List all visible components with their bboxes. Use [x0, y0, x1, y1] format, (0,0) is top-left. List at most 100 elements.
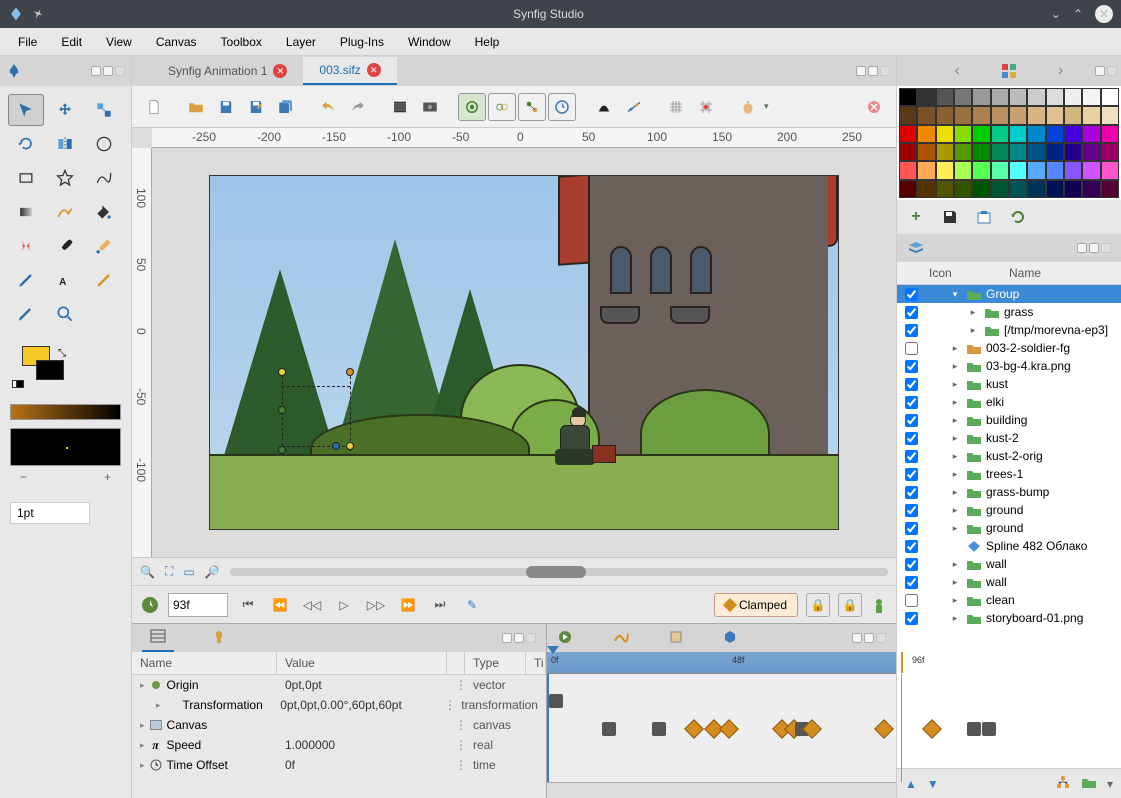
- animate-mode-button[interactable]: [548, 93, 576, 121]
- redo-button[interactable]: [344, 93, 372, 121]
- palette-cell[interactable]: [954, 125, 972, 143]
- palette-cell[interactable]: [1064, 161, 1082, 179]
- default-colors-icon[interactable]: [12, 376, 24, 390]
- palette-cell[interactable]: [1027, 88, 1045, 106]
- keyframe-lock-prev[interactable]: 🔒: [806, 593, 830, 617]
- palette-cell[interactable]: [1027, 161, 1045, 179]
- prev-key-button[interactable]: ⏪: [268, 593, 292, 617]
- tl-tab-curves[interactable]: [557, 629, 573, 648]
- snap-grid-button[interactable]: [692, 93, 720, 121]
- layer-visibility-checkbox[interactable]: [905, 612, 918, 625]
- layer-row[interactable]: ▸ storyboard-01.png: [897, 609, 1121, 627]
- layer-row[interactable]: ▸ [/tmp/morevna-ep3]: [897, 321, 1121, 339]
- layer-expand-icon[interactable]: ▸: [948, 469, 962, 480]
- goto-start-button[interactable]: ⏮: [236, 593, 260, 617]
- animate-toggle-icon[interactable]: [870, 596, 888, 614]
- palette-cell[interactable]: [1009, 88, 1027, 106]
- layer-row[interactable]: ▸ wall: [897, 555, 1121, 573]
- palette-cell[interactable]: [899, 88, 917, 106]
- timeline-scrollbar[interactable]: [547, 782, 896, 798]
- palette-cell[interactable]: [936, 161, 954, 179]
- layer-row[interactable]: ▾ Group: [897, 285, 1121, 303]
- layer-row[interactable]: ▸ grass: [897, 303, 1121, 321]
- palette-cell[interactable]: [1101, 143, 1119, 161]
- palette-cell[interactable]: [991, 180, 1009, 198]
- palette-cell[interactable]: [954, 88, 972, 106]
- circle-tool[interactable]: [86, 128, 122, 160]
- palette-cell[interactable]: [1046, 106, 1064, 124]
- tl-tab-sets[interactable]: [669, 630, 683, 647]
- color-swatches[interactable]: ⤡: [10, 346, 121, 396]
- palette-cell[interactable]: [972, 180, 990, 198]
- smooth-move-tool[interactable]: [47, 94, 83, 126]
- palette-cell[interactable]: [991, 106, 1009, 124]
- palette-cell[interactable]: [972, 125, 990, 143]
- palette-cell[interactable]: [972, 106, 990, 124]
- goto-end-button[interactable]: ⏭: [428, 593, 452, 617]
- draw-tool[interactable]: [8, 264, 44, 296]
- tangent-button[interactable]: [620, 93, 648, 121]
- stroke-width-input[interactable]: [10, 502, 90, 524]
- palette-cell[interactable]: [936, 88, 954, 106]
- play-button[interactable]: ▷: [332, 593, 356, 617]
- palette-cell[interactable]: [1009, 143, 1027, 161]
- interpolation-mode-button[interactable]: Clamped: [714, 593, 798, 617]
- undo-button[interactable]: [314, 93, 342, 121]
- layer-visibility-checkbox[interactable]: [905, 306, 918, 319]
- palette-cell[interactable]: [954, 143, 972, 161]
- layer-visibility-checkbox[interactable]: [905, 414, 918, 427]
- layer-visibility-checkbox[interactable]: [905, 378, 918, 391]
- star-tool[interactable]: [47, 162, 83, 194]
- gradient-preview[interactable]: [10, 404, 121, 420]
- menu-plugins[interactable]: Plug-Ins: [328, 31, 396, 53]
- menu-edit[interactable]: Edit: [49, 31, 94, 53]
- palette-cell[interactable]: [1064, 125, 1082, 143]
- menu-window[interactable]: Window: [396, 31, 463, 53]
- tl-tab-track[interactable]: [613, 629, 629, 648]
- layer-visibility-checkbox[interactable]: [905, 468, 918, 481]
- layer-row[interactable]: Spline 482 Облако: [897, 537, 1121, 555]
- layer-expand-icon[interactable]: ▸: [948, 523, 962, 534]
- layer-row[interactable]: ▸ trees-1: [897, 465, 1121, 483]
- reset-palette-button[interactable]: [1009, 208, 1027, 226]
- onion-prev-button[interactable]: [458, 93, 486, 121]
- menu-file[interactable]: File: [6, 31, 49, 53]
- palette-cell[interactable]: [1009, 125, 1027, 143]
- palette-cell[interactable]: [917, 161, 935, 179]
- curve-button[interactable]: [590, 93, 618, 121]
- onion-skin-button[interactable]: [734, 93, 762, 121]
- scale-tool[interactable]: [86, 94, 122, 126]
- save-button[interactable]: [212, 93, 240, 121]
- layer-visibility-checkbox[interactable]: [905, 396, 918, 409]
- layer-visibility-checkbox[interactable]: [905, 360, 918, 373]
- palette-cell[interactable]: [1027, 180, 1045, 198]
- brush-tool[interactable]: [47, 230, 83, 262]
- width-tool[interactable]: [8, 298, 44, 330]
- param-row[interactable]: ▸Transformation 0pt,0pt,0.00°,60pt,60pt …: [132, 695, 546, 715]
- palette-cell[interactable]: [1064, 106, 1082, 124]
- layer-row[interactable]: ▸ 03-bg-4.kra.png: [897, 357, 1121, 375]
- palette-cell[interactable]: [1046, 125, 1064, 143]
- palette-cell[interactable]: [1027, 143, 1045, 161]
- param-row[interactable]: ▸Origin 0pt,0pt ⋮ vector: [132, 675, 546, 695]
- pin-icon[interactable]: [32, 7, 46, 21]
- tl-tab-meta[interactable]: [723, 630, 737, 647]
- palette-cell[interactable]: [936, 125, 954, 143]
- palette-cell[interactable]: [954, 106, 972, 124]
- layer-row[interactable]: ▸ grass-bump: [897, 483, 1121, 501]
- layer-row[interactable]: ▸ kust-2: [897, 429, 1121, 447]
- palette-cell[interactable]: [954, 161, 972, 179]
- timeline-ruler[interactable]: 0f 48f 96f: [547, 652, 896, 674]
- maximize-button[interactable]: ⌃: [1073, 7, 1083, 21]
- layer-expand-icon[interactable]: ▸: [948, 595, 962, 606]
- palette-cell[interactable]: [899, 143, 917, 161]
- keyframe-lock-next[interactable]: 🔒: [838, 593, 862, 617]
- palette-cell[interactable]: [1009, 106, 1027, 124]
- palette-cell[interactable]: [936, 143, 954, 161]
- palette-cell[interactable]: [972, 88, 990, 106]
- loop-button[interactable]: ✎: [460, 593, 484, 617]
- palette-cell[interactable]: [1082, 106, 1100, 124]
- layer-up-button[interactable]: ▲: [905, 777, 917, 791]
- grid-button[interactable]: [662, 93, 690, 121]
- doc-tab-1[interactable]: 003.sifz✕: [303, 57, 396, 85]
